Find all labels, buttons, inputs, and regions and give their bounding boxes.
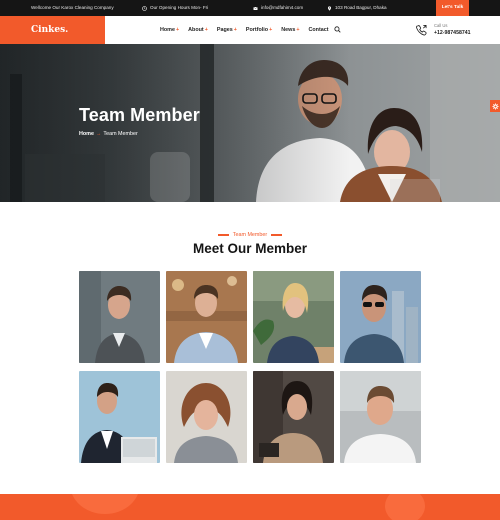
search-icon[interactable] (334, 26, 341, 33)
team-member-card[interactable] (340, 271, 421, 363)
phone-icon (416, 25, 427, 36)
member-photo (166, 371, 247, 463)
section-subtitle: Team Member (232, 232, 268, 238)
clock-icon (142, 5, 147, 11)
nav-item-about[interactable]: About+ (188, 27, 208, 33)
decorative-blob (385, 494, 425, 520)
team-member-card[interactable] (253, 271, 334, 363)
nav-item-pages[interactable]: Pages+ (217, 27, 237, 33)
logo: Cinkes. (31, 25, 69, 35)
top-bar: Wellcome Our Karox Cleaning Company Our … (0, 0, 500, 16)
team-member-card[interactable] (79, 271, 160, 363)
nav-item-contact[interactable]: Contact (309, 27, 329, 33)
subtitle-dash-right (271, 234, 283, 236)
page-title: Team Member (79, 105, 200, 125)
member-photo (79, 371, 160, 463)
hero-overlay (0, 44, 500, 202)
breadcrumb: Home → Team Member (79, 131, 138, 137)
logo-block[interactable]: Cinkes. (0, 16, 105, 44)
gear-icon (491, 102, 499, 110)
breadcrumb-separator: → (95, 131, 102, 137)
location-pin-icon (328, 5, 331, 11)
section-subtitle-row: Team Member (0, 232, 500, 238)
call-number[interactable]: +12-987458741 (434, 30, 471, 36)
member-photo (253, 371, 334, 463)
team-member-card[interactable] (166, 371, 247, 463)
lets-talk-button[interactable]: Let's Talk (436, 0, 469, 16)
footer-band (0, 494, 500, 520)
breadcrumb-current: Team Member (103, 131, 138, 137)
member-photo (340, 371, 421, 463)
email-link[interactable]: info@mdfahim4.com (253, 0, 303, 16)
welcome-text: Wellcome Our Karox Cleaning Company (31, 5, 114, 10)
nav-menu: Home+ About+ Pages+ Portfolio+ News+ Con… (160, 16, 329, 44)
opening-hours: Our Opening Hours Mon- Fri (142, 0, 208, 16)
nav-item-news[interactable]: News+ (281, 27, 299, 33)
address-text: 103 Road Bagpur, Dhaka (327, 0, 387, 16)
member-photo (166, 271, 247, 363)
nav-item-portfolio[interactable]: Portfolio+ (246, 27, 272, 33)
mail-icon (253, 6, 258, 10)
main-nav: Cinkes. Home+ About+ Pages+ Portfolio+ N… (0, 16, 500, 44)
team-member-card[interactable] (79, 371, 160, 463)
team-member-card[interactable] (253, 371, 334, 463)
hero-banner: Team Member Home → Team Member (0, 44, 500, 202)
member-photo (340, 271, 421, 363)
section-title: Meet Our Member (192, 241, 308, 256)
call-label: Call Us (434, 23, 448, 28)
breadcrumb-home[interactable]: Home (79, 131, 94, 137)
decorative-blob (70, 494, 140, 514)
team-member-card[interactable] (340, 371, 421, 463)
member-photo (253, 271, 334, 363)
team-member-card[interactable] (166, 271, 247, 363)
subtitle-dash-left (217, 234, 229, 236)
member-photo (79, 271, 160, 363)
nav-item-home[interactable]: Home+ (160, 27, 179, 33)
settings-tab[interactable] (490, 100, 500, 112)
